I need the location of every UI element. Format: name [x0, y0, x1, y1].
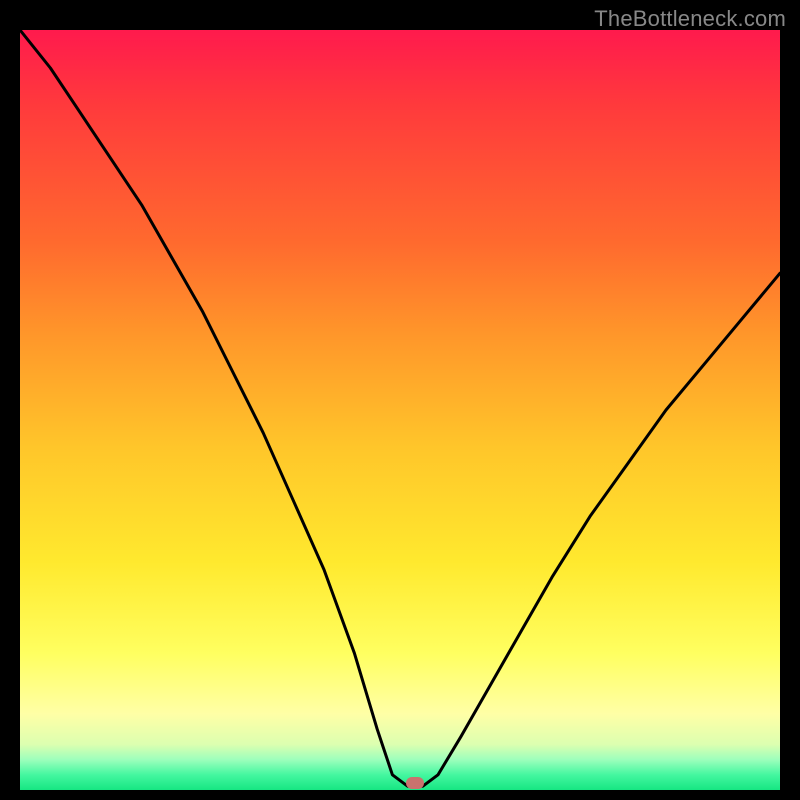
curve-svg [20, 30, 780, 790]
curve-path [20, 30, 780, 786]
watermark-text: TheBottleneck.com [594, 6, 786, 32]
chart-frame: TheBottleneck.com [0, 0, 800, 800]
optimum-marker [406, 777, 424, 789]
plot-area [20, 30, 780, 790]
